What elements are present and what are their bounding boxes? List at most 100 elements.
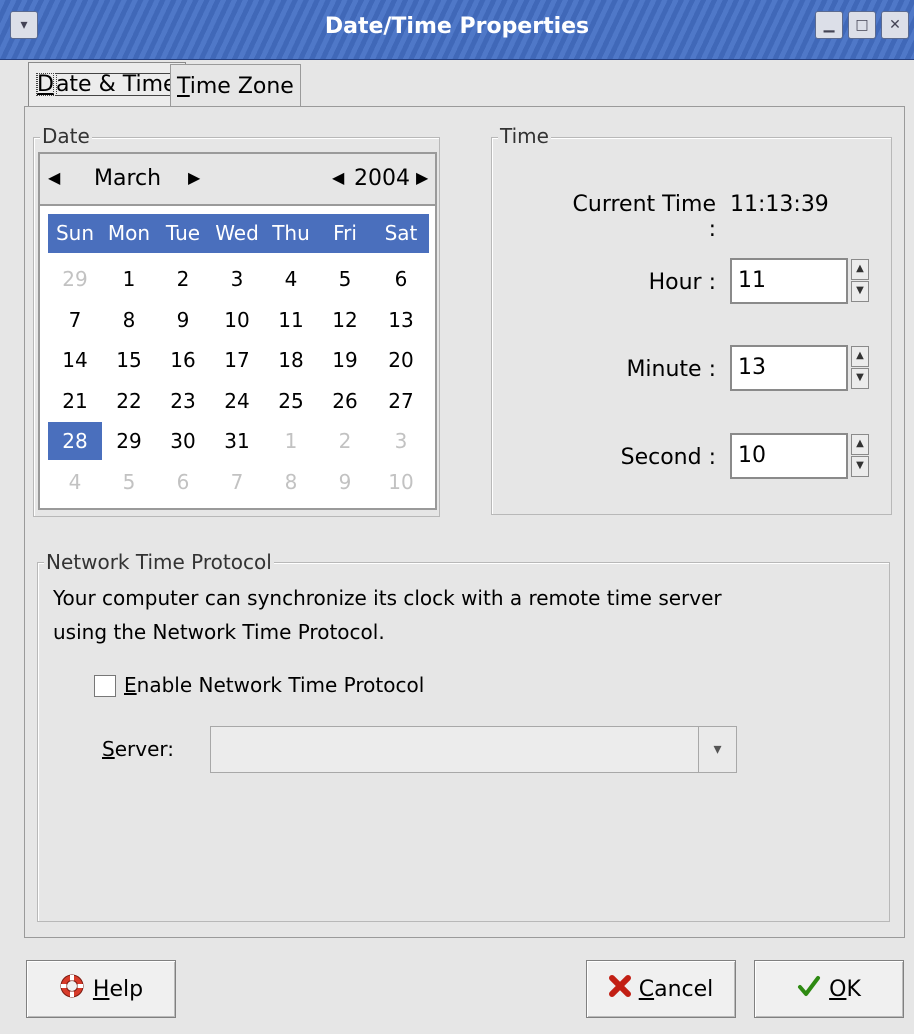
- year-label: 2004: [354, 166, 410, 191]
- calendar-day[interactable]: 15: [102, 341, 156, 379]
- calendar-day[interactable]: 4: [48, 463, 102, 501]
- calendar-day[interactable]: 10: [210, 301, 264, 339]
- lifebuoy-icon: [59, 973, 85, 1005]
- ntp-description-line1: Your computer can synchronize its clock …: [53, 586, 722, 610]
- current-time-label: Current Time :: [572, 192, 716, 242]
- enable-ntp-label[interactable]: Enable Network Time Protocol: [124, 673, 424, 697]
- calendar-day[interactable]: 24: [210, 382, 264, 420]
- tab-time-zone-mnemonic: T: [177, 74, 190, 99]
- calendar-day[interactable]: 8: [264, 463, 318, 501]
- second-input[interactable]: 10: [730, 433, 848, 479]
- cancel-button[interactable]: Cancel: [586, 960, 736, 1018]
- calendar-day[interactable]: 22: [102, 382, 156, 420]
- calendar-day[interactable]: 29: [102, 422, 156, 460]
- hour-input[interactable]: 11: [730, 258, 848, 304]
- maximize-button[interactable]: □: [848, 11, 876, 39]
- enable-ntp-checkbox[interactable]: [94, 675, 116, 697]
- calendar-day[interactable]: 29: [48, 260, 102, 298]
- calendar-day[interactable]: 3: [374, 422, 428, 460]
- ok-mnemonic: O: [829, 976, 847, 1002]
- chevron-down-icon[interactable]: ▼: [851, 456, 869, 477]
- calendar-day[interactable]: 2: [318, 422, 372, 460]
- second-spinner[interactable]: ▲ ▼: [850, 433, 870, 479]
- calendar-day[interactable]: 23: [156, 382, 210, 420]
- tab-date-time-mnemonic: D: [36, 72, 54, 97]
- help-label: elp: [109, 976, 144, 1002]
- tab-time-zone[interactable]: Time Zone: [170, 64, 301, 109]
- chevron-down-icon[interactable]: ▼: [851, 281, 869, 302]
- tab-time-zone-label: ime Zone: [189, 74, 294, 99]
- prev-month-icon[interactable]: ◀: [48, 168, 60, 187]
- calendar-day[interactable]: 27: [374, 382, 428, 420]
- calendar-day[interactable]: 19: [318, 341, 372, 379]
- weekday-label: Fri: [333, 221, 357, 245]
- close-icon: ✕: [889, 17, 901, 33]
- calendar-day[interactable]: 25: [264, 382, 318, 420]
- calendar-header: ◀ March ▶ ◀ 2004 ▶: [40, 154, 435, 206]
- tab-date-time[interactable]: Date & Time: [28, 62, 186, 107]
- close-button[interactable]: ✕: [881, 11, 909, 39]
- date-frame-label: Date: [40, 124, 92, 148]
- server-mnemonic: S: [102, 737, 115, 761]
- title-bar[interactable]: ▾ Date/Time Properties ▁ □ ✕: [0, 0, 914, 60]
- maximize-icon: □: [855, 17, 869, 33]
- chevron-down-icon[interactable]: ▼: [851, 368, 869, 389]
- calendar-day[interactable]: 4: [264, 260, 318, 298]
- calendar-day[interactable]: 5: [318, 260, 372, 298]
- minute-spinner[interactable]: ▲ ▼: [850, 345, 870, 391]
- next-year-icon[interactable]: ▶: [416, 168, 428, 187]
- ntp-description-line2: using the Network Time Protocol.: [53, 620, 385, 644]
- hour-label: Hour :: [648, 270, 716, 295]
- current-time-value: 11:13:39: [730, 192, 829, 217]
- weekday-label: Sun: [55, 221, 95, 245]
- calendar-day[interactable]: 26: [318, 382, 372, 420]
- calendar-day[interactable]: 1: [264, 422, 318, 460]
- calendar-day[interactable]: 28: [48, 422, 102, 460]
- ok-label: K: [846, 976, 861, 1002]
- server-combo[interactable]: ▾: [210, 726, 737, 773]
- calendar-day[interactable]: 16: [156, 341, 210, 379]
- calendar-day[interactable]: 30: [156, 422, 210, 460]
- calendar-day[interactable]: 9: [156, 301, 210, 339]
- cancel-x-icon: [608, 975, 631, 1003]
- calendar-day[interactable]: 13: [374, 301, 428, 339]
- chevron-up-icon[interactable]: ▲: [851, 434, 869, 455]
- calendar-day[interactable]: 21: [48, 382, 102, 420]
- server-label: Server:: [102, 737, 174, 761]
- calendar-day[interactable]: 7: [210, 463, 264, 501]
- enable-ntp-text: nable Network Time Protocol: [136, 673, 425, 697]
- weekday-label: Thu: [272, 221, 310, 245]
- chevron-up-icon[interactable]: ▲: [851, 346, 869, 367]
- calendar-day[interactable]: 31: [210, 422, 264, 460]
- calendar-day[interactable]: 11: [264, 301, 318, 339]
- help-button[interactable]: Help: [26, 960, 176, 1018]
- chevron-down-icon: ▾: [713, 739, 722, 758]
- calendar-day[interactable]: 5: [102, 463, 156, 501]
- calendar-day[interactable]: 1: [102, 260, 156, 298]
- calendar-day[interactable]: 3: [210, 260, 264, 298]
- second-label: Second :: [620, 445, 716, 470]
- next-month-icon[interactable]: ▶: [188, 168, 200, 187]
- calendar-day[interactable]: 6: [374, 260, 428, 298]
- minute-label: Minute :: [626, 357, 716, 382]
- calendar-day[interactable]: 6: [156, 463, 210, 501]
- calendar-day[interactable]: 20: [374, 341, 428, 379]
- calendar[interactable]: ◀ March ▶ ◀ 2004 ▶ Sun Mon Tue Wed Thu F…: [38, 152, 437, 510]
- calendar-day[interactable]: 17: [210, 341, 264, 379]
- calendar-day[interactable]: 7: [48, 301, 102, 339]
- time-frame-label: Time: [498, 124, 551, 148]
- prev-year-icon[interactable]: ◀: [332, 168, 344, 187]
- calendar-day[interactable]: 14: [48, 341, 102, 379]
- ok-button[interactable]: OK: [754, 960, 904, 1018]
- server-dropdown-button[interactable]: ▾: [698, 727, 736, 772]
- calendar-day[interactable]: 12: [318, 301, 372, 339]
- minute-input[interactable]: 13: [730, 345, 848, 391]
- hour-spinner[interactable]: ▲ ▼: [850, 258, 870, 304]
- chevron-up-icon[interactable]: ▲: [851, 259, 869, 280]
- calendar-day[interactable]: 2: [156, 260, 210, 298]
- calendar-day[interactable]: 10: [374, 463, 428, 501]
- calendar-day[interactable]: 8: [102, 301, 156, 339]
- calendar-day[interactable]: 9: [318, 463, 372, 501]
- minimize-button[interactable]: ▁: [815, 11, 843, 39]
- calendar-day[interactable]: 18: [264, 341, 318, 379]
